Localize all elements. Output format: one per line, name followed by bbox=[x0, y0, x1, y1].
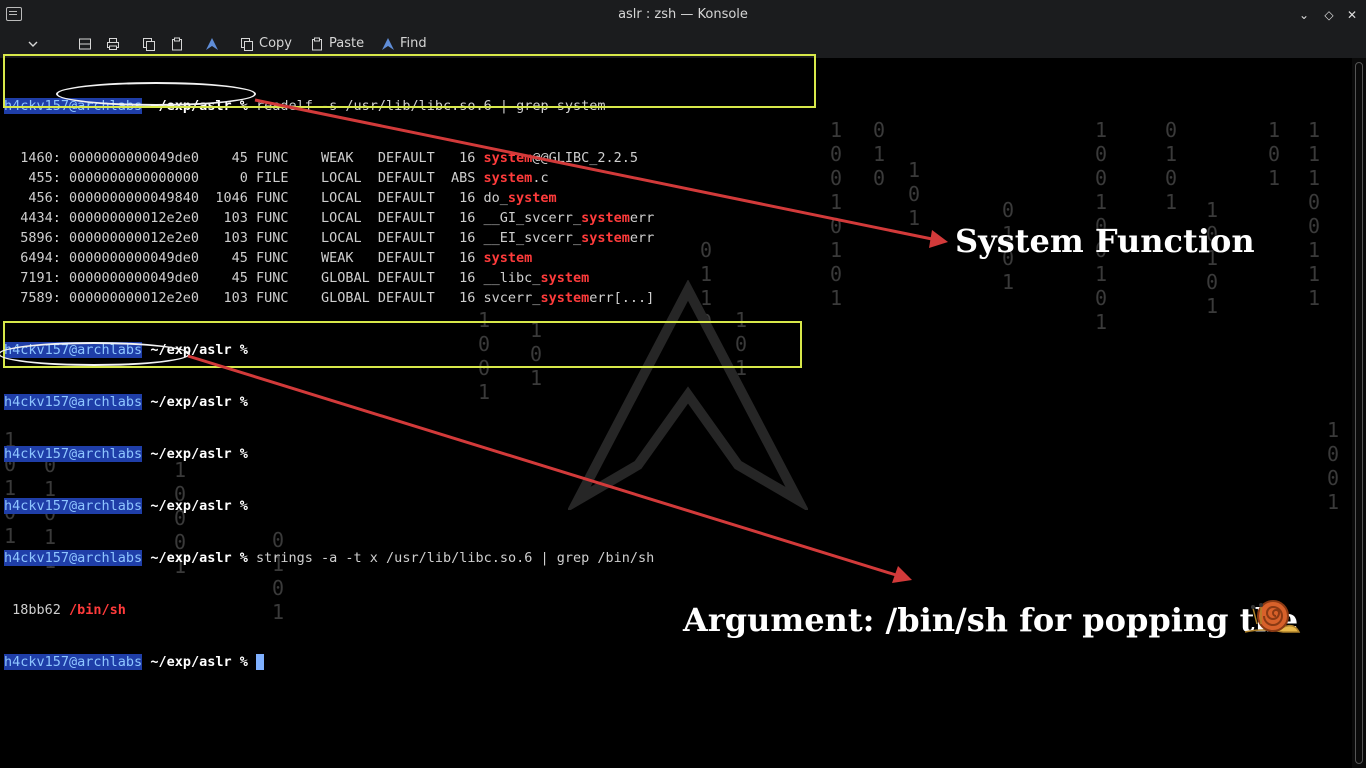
prompt-symbol: % bbox=[239, 446, 248, 462]
grep-match: system bbox=[540, 290, 590, 306]
readelf-row: 456: 0000000000049840 1046 FUNC LOCAL DE… bbox=[4, 188, 654, 208]
annotation-argument: Argument: /bin/sh for popping the bbox=[683, 601, 1299, 639]
grep-match: system bbox=[581, 230, 630, 246]
readelf-row: 5896: 000000000012e2e0 103 FUNC LOCAL DE… bbox=[4, 228, 654, 248]
symbol-entry-text: 7589: 000000000012e2e0 103 FUNC GLOBAL D… bbox=[4, 290, 541, 306]
window-title: aslr : zsh — Konsole bbox=[618, 7, 748, 22]
prompt-path: ~/exp/aslr bbox=[150, 550, 232, 566]
empty-prompt-line: h4ckv157@archlabs ~/exp/aslr % bbox=[4, 496, 654, 516]
title-bar: aslr : zsh — Konsole ⌄ ◇ ✕ bbox=[0, 0, 1366, 30]
prompt-path: ~/exp/aslr bbox=[150, 498, 232, 514]
snail-emoji-icon bbox=[1244, 600, 1301, 633]
string-match: /bin/sh bbox=[69, 602, 126, 618]
readelf-row: 7589: 000000000012e2e0 103 FUNC GLOBAL D… bbox=[4, 288, 654, 308]
maximize-icon[interactable]: ◇ bbox=[1320, 6, 1338, 24]
symbol-entry-suffix: @@GLIBC_2.2.5 bbox=[532, 150, 638, 166]
prompt-symbol: % bbox=[239, 394, 248, 410]
find-label: Find bbox=[400, 36, 427, 51]
copy-icon bbox=[241, 38, 253, 51]
symbol-entry-suffix: err bbox=[629, 210, 655, 226]
command-text: strings -a -t x /usr/lib/libc.so.6 | gre… bbox=[256, 550, 655, 566]
minimize-icon[interactable]: ⌄ bbox=[1295, 6, 1313, 24]
copy-label: Copy bbox=[259, 36, 292, 51]
readelf-row: 6494: 0000000000049de0 45 FUNC WEAK DEFA… bbox=[4, 248, 654, 268]
readelf-row: 7191: 0000000000049de0 45 FUNC GLOBAL DE… bbox=[4, 268, 654, 288]
offset-oval bbox=[0, 342, 190, 366]
prompt-path: ~/exp/aslr bbox=[150, 446, 232, 462]
grep-match: system bbox=[581, 210, 630, 226]
terminal-area[interactable]: 1010101011100010101100110101101011001010… bbox=[0, 58, 1352, 768]
annotation-system-function: System Function bbox=[955, 222, 1255, 260]
strings-output-row: 18bb62 /bin/sh bbox=[4, 600, 654, 620]
paste-label: Paste bbox=[329, 36, 365, 51]
symbol-entry-text: 7191: 0000000000049de0 45 FUNC GLOBAL DE… bbox=[4, 270, 541, 286]
prompt-user: h4ckv157@archlabs bbox=[4, 498, 143, 514]
copy-small-icon[interactable] bbox=[142, 35, 156, 53]
prompt-symbol: % bbox=[239, 498, 248, 514]
copy-button[interactable]: Copy bbox=[240, 35, 292, 53]
grep-match: system bbox=[507, 190, 557, 206]
split-view-icon[interactable] bbox=[78, 35, 92, 53]
paste-small-icon[interactable] bbox=[170, 35, 184, 53]
empty-prompt-line: h4ckv157@archlabs ~/exp/aslr % bbox=[4, 444, 654, 464]
readelf-row: 4434: 000000000012e2e0 103 FUNC LOCAL DE… bbox=[4, 208, 654, 228]
grep-match: system bbox=[483, 250, 533, 266]
symbol-entry-text: 6494: 0000000000049de0 45 FUNC WEAK DEFA… bbox=[4, 250, 484, 266]
find-button[interactable]: Find bbox=[381, 35, 427, 53]
paste-button[interactable]: Paste bbox=[310, 35, 364, 53]
empty-prompt-line: h4ckv157@archlabs ~/exp/aslr % bbox=[4, 392, 654, 412]
paste-icon bbox=[312, 37, 322, 51]
find-icon bbox=[382, 38, 394, 50]
grep-match: system bbox=[483, 170, 533, 186]
command-line-strings: h4ckv157@archlabs ~/exp/aslr % strings -… bbox=[4, 548, 654, 568]
symbol-entry-suffix: .c bbox=[532, 170, 549, 186]
active-prompt-line[interactable]: h4ckv157@archlabs ~/exp/aslr % bbox=[4, 652, 654, 672]
prompt-path: ~/exp/aslr bbox=[150, 394, 232, 410]
symbol-entry-text: 455: 0000000000000000 0 FILE LOCAL DEFAU… bbox=[4, 170, 484, 186]
string-offset: 18bb62 bbox=[4, 602, 70, 618]
symbol-entry-text: 4434: 000000000012e2e0 103 FUNC LOCAL DE… bbox=[4, 210, 582, 226]
symbol-entry-text: 456: 0000000000049840 1046 FUNC LOCAL DE… bbox=[4, 190, 508, 206]
prompt-user: h4ckv157@archlabs bbox=[4, 654, 143, 670]
close-icon[interactable]: ✕ bbox=[1343, 6, 1361, 24]
address-oval bbox=[56, 82, 256, 106]
prompt-user: h4ckv157@archlabs bbox=[4, 446, 143, 462]
scrollbar[interactable] bbox=[1352, 58, 1366, 768]
symbol-entry-text: 5896: 000000000012e2e0 103 FUNC LOCAL DE… bbox=[4, 230, 582, 246]
prompt-user: h4ckv157@archlabs bbox=[4, 394, 143, 410]
arch-logo-icon[interactable] bbox=[205, 35, 219, 53]
terminal-output: h4ckv157@archlabs ~/exp/aslr % readelf -… bbox=[4, 64, 654, 704]
prompt-symbol: % bbox=[239, 654, 248, 670]
grep-match: system bbox=[540, 270, 590, 286]
grep-match: system bbox=[483, 150, 533, 166]
chevron-down-icon[interactable] bbox=[26, 35, 40, 53]
text-cursor bbox=[256, 654, 265, 670]
symbol-entry-text: 1460: 0000000000049de0 45 FUNC WEAK DEFA… bbox=[4, 150, 484, 166]
prompt-user: h4ckv157@archlabs bbox=[4, 550, 143, 566]
prompt-symbol: % bbox=[239, 550, 248, 566]
readelf-row: 455: 0000000000000000 0 FILE LOCAL DEFAU… bbox=[4, 168, 654, 188]
print-icon[interactable] bbox=[106, 35, 120, 53]
scroll-thumb[interactable] bbox=[1355, 62, 1363, 764]
prompt-path: ~/exp/aslr bbox=[150, 654, 232, 670]
symbol-entry-suffix: err[...] bbox=[589, 290, 655, 306]
symbol-entry-suffix: err bbox=[629, 230, 655, 246]
readelf-row: 1460: 0000000000049de0 45 FUNC WEAK DEFA… bbox=[4, 148, 654, 168]
